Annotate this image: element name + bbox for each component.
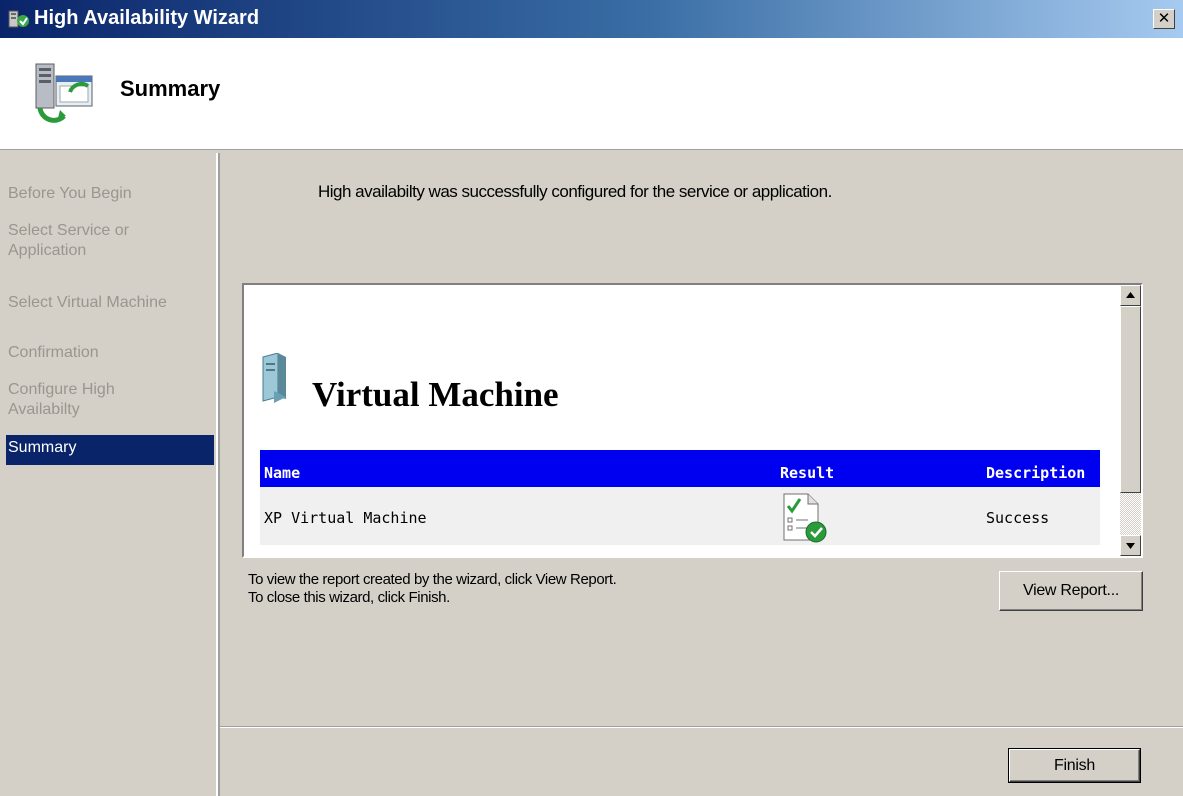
report-table-header: Name Result Description (260, 450, 1100, 487)
report-scrollbar[interactable] (1120, 285, 1141, 556)
report-heading: Virtual Machine (312, 375, 559, 414)
hint-view-report: To view the report created by the wizard… (248, 571, 617, 588)
step-confirmation: Confirmation (8, 344, 99, 361)
step-summary: Summary (6, 435, 214, 465)
scroll-up-button[interactable] (1120, 285, 1141, 306)
view-report-button[interactable]: View Report... (999, 571, 1143, 611)
wizard-header: Summary (0, 38, 1183, 150)
step-before-you-begin: Before You Begin (8, 185, 132, 202)
arrow-down-icon (1126, 543, 1135, 549)
report-content: Virtual Machine Name Result Description … (244, 285, 1120, 556)
column-header-name: Name (264, 464, 301, 482)
success-report-icon (783, 493, 827, 543)
wizard-app-icon (8, 10, 29, 28)
hint-finish: To close this wizard, click Finish. (248, 589, 450, 606)
page-title: Summary (120, 76, 221, 101)
sidebar-divider (218, 153, 220, 796)
step-select-virtual-machine: Select Virtual Machine (8, 294, 167, 311)
close-icon: ✕ (1157, 9, 1171, 27)
virtual-machine-icon (262, 353, 286, 403)
scroll-thumb[interactable] (1120, 306, 1141, 493)
close-button[interactable]: ✕ (1153, 9, 1175, 29)
window-title: High Availability Wizard (34, 7, 260, 29)
scroll-down-button[interactable] (1120, 535, 1141, 556)
step-select-service: Select Service or Application (8, 222, 129, 259)
scroll-track[interactable] (1120, 493, 1141, 535)
title-bar: High Availability Wizard ✕ (0, 0, 1183, 38)
arrow-up-icon (1126, 292, 1135, 298)
status-message: High availabilty was successfully config… (318, 182, 832, 201)
column-header-description: Description (986, 464, 1086, 482)
footer-divider (220, 726, 1183, 728)
row-description: Success (986, 509, 1050, 527)
column-header-result: Result (780, 464, 835, 482)
step-configure-high-availability: Configure High Availabilty (8, 381, 115, 418)
row-name: XP Virtual Machine (264, 509, 427, 527)
report-pane: Virtual Machine Name Result Description … (242, 283, 1143, 558)
wizard-server-icon (35, 63, 93, 123)
wizard-steps: Before You Begin Select Service or Appli… (0, 153, 218, 796)
table-row: XP Virtual Machine Success (260, 487, 1100, 545)
finish-button[interactable]: Finish (1008, 748, 1141, 783)
